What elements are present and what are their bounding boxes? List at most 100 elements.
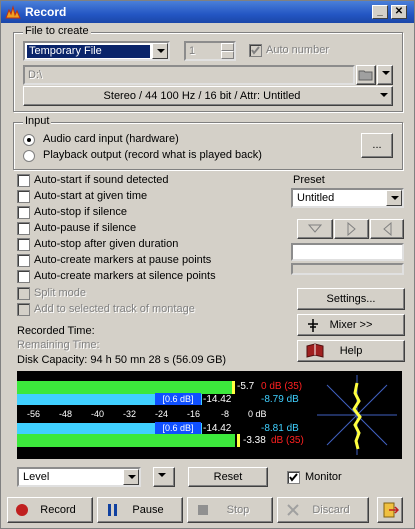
- option-label: Auto-create markers at pause points: [34, 254, 212, 266]
- pause-icon: [108, 504, 111, 516]
- record-button[interactable]: Record: [7, 497, 93, 523]
- option-label: Auto-stop after given duration: [34, 238, 179, 250]
- channel-1-box: [0.6 dB]: [155, 393, 201, 405]
- minimize-button[interactable]: _: [372, 5, 388, 19]
- db-scale: -56 -48 -40 -32 -24 -16 -8 0 dB: [17, 407, 317, 421]
- auto-number-checkbox: [249, 44, 262, 57]
- preset-down-button: [297, 219, 333, 239]
- preset-select[interactable]: Untitled: [291, 188, 404, 208]
- option-checkbox[interactable]: [17, 174, 30, 187]
- title-bar[interactable]: Record _ ✕: [1, 1, 414, 23]
- channel-2-rms: -8.81 dB: [261, 423, 299, 434]
- check-icon: [289, 473, 298, 482]
- mixer-icon: [308, 319, 318, 332]
- triangle-down-icon: [307, 224, 323, 233]
- audio-card-radio[interactable]: [23, 134, 35, 146]
- stepper-up-icon: [221, 43, 234, 51]
- record-icon: [16, 504, 28, 516]
- close-button[interactable]: ✕: [391, 5, 407, 19]
- book-icon: [306, 343, 324, 358]
- format-select[interactable]: Stereo / 44 100 Hz / 16 bit / Attr: Unti…: [23, 86, 393, 106]
- phase-scope: [317, 375, 397, 455]
- scale-tick: -8: [221, 409, 230, 419]
- add-to-montage-checkbox: [17, 303, 30, 316]
- x-icon: [287, 504, 299, 516]
- channel-2-peak: -3.38: [243, 435, 266, 446]
- app-logo-icon: [5, 5, 21, 19]
- number-stepper: 1: [184, 41, 236, 61]
- option-label: Auto-start at given time: [34, 190, 148, 202]
- triangle-right-icon: [347, 221, 356, 237]
- mixer-button[interactable]: Mixer >>: [297, 314, 405, 336]
- pause-button[interactable]: Pause: [97, 497, 183, 523]
- channel-1-peak: -5.7: [237, 381, 255, 392]
- option-checkbox[interactable]: [17, 190, 30, 203]
- browse-folder-button[interactable]: [356, 65, 376, 85]
- channel-2-peak-db: dB (35): [271, 435, 304, 446]
- channel-2-peak-marker: [237, 434, 240, 447]
- channel-1-peak-marker: [232, 381, 235, 394]
- discard-button: Discard: [277, 497, 369, 523]
- settings-button[interactable]: Settings...: [297, 288, 405, 310]
- check-icon: [251, 46, 260, 55]
- preset-name-input[interactable]: [291, 243, 404, 261]
- split-mode-checkbox: [17, 287, 30, 300]
- path-dropdown-button[interactable]: [377, 65, 393, 85]
- option-label: Auto-start if sound detected: [34, 174, 169, 186]
- scale-tick: -16: [187, 409, 201, 419]
- option-checkbox[interactable]: [17, 206, 30, 219]
- scale-tick: -24: [155, 409, 169, 419]
- chevron-down-icon[interactable]: [386, 190, 402, 206]
- input-label: Input: [23, 115, 52, 127]
- add-to-montage-label: Add to selected track of montage: [34, 303, 195, 315]
- help-button[interactable]: Help: [297, 340, 405, 362]
- channel-1-rms: -8.79 dB: [261, 394, 299, 405]
- monitor-checkbox[interactable]: [287, 471, 300, 484]
- scale-tick: -40: [91, 409, 105, 419]
- display-options-button[interactable]: [153, 467, 175, 487]
- stepper-down-icon: [221, 51, 234, 59]
- option-checkbox[interactable]: [17, 270, 30, 283]
- chevron-down-icon[interactable]: [123, 469, 139, 485]
- scale-tick: -32: [123, 409, 137, 419]
- channel-1-peak-db: 0 dB (35): [261, 381, 303, 392]
- preset-label: Preset: [293, 174, 325, 186]
- playback-label: Playback output (record what is played b…: [43, 149, 262, 161]
- exit-door-icon: [383, 502, 400, 518]
- window-title: Record: [25, 5, 67, 19]
- channel-1-avg: -14.42: [203, 394, 232, 405]
- option-label: Auto-stop if silence: [34, 206, 127, 218]
- audio-card-label: Audio card input (hardware): [43, 133, 179, 145]
- display-mode-select[interactable]: Level: [17, 467, 141, 487]
- format-value: Stereo / 44 100 Hz / 16 bit / Attr: Unti…: [103, 90, 301, 102]
- chevron-down-icon: [376, 88, 392, 104]
- scale-tick: -56: [27, 409, 41, 419]
- option-checkbox[interactable]: [17, 222, 30, 235]
- path-field: D:\: [23, 65, 355, 85]
- reset-button[interactable]: Reset: [188, 467, 268, 487]
- scale-tick: 0 dB: [248, 409, 267, 419]
- preset-prev-button: [370, 219, 404, 239]
- stop-button: Stop: [187, 497, 273, 523]
- split-mode-label: Split mode: [34, 287, 86, 299]
- playback-radio[interactable]: [23, 150, 35, 162]
- preset-next-button: [334, 219, 369, 239]
- channel-2-box: [0.6 dB]: [155, 422, 201, 434]
- folder-icon: [358, 70, 373, 81]
- channel-2-level-bar: [17, 434, 235, 447]
- chevron-down-icon[interactable]: [152, 43, 168, 59]
- triangle-left-icon: [383, 221, 392, 237]
- monitor-label: Monitor: [305, 471, 342, 483]
- channel-2-avg: -14.42: [203, 423, 232, 434]
- scale-tick: -48: [59, 409, 73, 419]
- disk-capacity-label: Disk Capacity: 94 h 50 mn 28 s (56.09 GB…: [17, 354, 227, 366]
- option-checkbox[interactable]: [17, 254, 30, 267]
- input-settings-button[interactable]: ...: [361, 133, 393, 158]
- file-to-create-label: File to create: [23, 25, 91, 37]
- exit-button[interactable]: [377, 497, 403, 523]
- option-label: Auto-create markers at silence points: [34, 270, 216, 282]
- record-window: Record _ ✕ File to create Temporary File…: [0, 0, 415, 529]
- remaining-time-label: Remaining Time:: [17, 339, 100, 351]
- file-type-select[interactable]: Temporary File: [23, 41, 170, 61]
- option-checkbox[interactable]: [17, 238, 30, 251]
